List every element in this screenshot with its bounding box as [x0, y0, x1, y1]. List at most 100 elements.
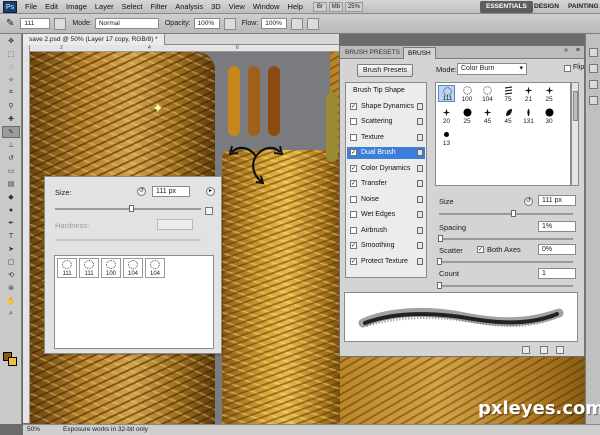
preset-tip[interactable]: 104	[145, 258, 165, 278]
menu-analysis[interactable]: Analysis	[171, 2, 207, 11]
zoom-tool-icon[interactable]: ⌕	[2, 308, 20, 320]
spacing-slider[interactable]	[439, 238, 573, 240]
brush-option-checkbox[interactable]	[350, 118, 357, 125]
background-color-swatch[interactable]	[8, 357, 17, 366]
toggle-live-tip-icon[interactable]	[522, 346, 530, 354]
menu-3d[interactable]: 3D	[207, 2, 225, 11]
lock-icon[interactable]	[417, 118, 423, 125]
brush-option-checkbox[interactable]	[350, 226, 357, 234]
gradient-tool-icon[interactable]: ▤	[2, 178, 20, 190]
picker-menu-icon[interactable]: ▸	[206, 187, 215, 196]
preset-tip[interactable]: 111	[79, 258, 99, 278]
menu-help[interactable]: Help	[284, 2, 307, 11]
picker-hardness-slider[interactable]	[55, 239, 201, 241]
brush-option-checkbox[interactable]: ✓	[350, 242, 357, 249]
lock-icon[interactable]	[417, 211, 423, 218]
marquee-tool-icon[interactable]: ⬚	[2, 48, 20, 60]
history-panel-icon[interactable]	[589, 80, 598, 89]
menu-layer[interactable]: Layer	[91, 2, 118, 11]
lock-icon[interactable]	[417, 102, 423, 110]
brush-option-row[interactable]: ✓ Protect Texture	[347, 256, 425, 268]
scrollbar-thumb[interactable]	[573, 91, 578, 121]
brush-tip-grid[interactable]: 111 100 104 75 21 25 20 25 45 45 131 30 13	[435, 82, 571, 186]
type-tool-icon[interactable]: T	[2, 230, 20, 242]
pressure-size-icon[interactable]	[307, 17, 320, 30]
size-slider[interactable]	[439, 213, 573, 215]
brush-tip-cell[interactable]: 111	[438, 85, 455, 102]
flow-input[interactable]: 100%	[261, 18, 288, 29]
picker-size-slider-knob[interactable]	[128, 205, 134, 212]
brush-tip-cell[interactable]: 104	[479, 85, 496, 103]
brush-tool-icon[interactable]: ✎	[6, 18, 14, 29]
new-preset-icon[interactable]	[205, 207, 213, 215]
spacing-slider-knob[interactable]	[438, 235, 444, 242]
panel-menu-icon[interactable]: ≡	[576, 47, 580, 54]
scatter-slider-knob[interactable]	[437, 258, 442, 265]
brush-option-checkbox[interactable]: ✓	[350, 102, 357, 110]
dodge-tool-icon[interactable]: ●	[2, 204, 20, 216]
brush-tool-icon[interactable]: ✎	[2, 126, 20, 138]
menu-view[interactable]: View	[225, 2, 249, 11]
tab-brush[interactable]: BRUSH	[403, 47, 436, 59]
brush-tip-cell[interactable]: 131	[520, 107, 537, 125]
menu-filter[interactable]: Filter	[147, 2, 172, 11]
reset-size-icon[interactable]: ↺	[524, 197, 533, 206]
reset-size-icon[interactable]: ↺	[137, 187, 146, 196]
scatter-slider[interactable]	[439, 261, 573, 263]
healing-tool-icon[interactable]: ✚	[2, 113, 20, 125]
lock-icon[interactable]	[417, 164, 423, 172]
brush-tip-cell[interactable]: 25	[541, 85, 558, 103]
preset-tip[interactable]: 104	[123, 258, 143, 278]
3d-orbit-tool-icon[interactable]: ⊛	[2, 282, 20, 294]
menu-window[interactable]: Window	[249, 2, 284, 11]
panel-collapse-icon[interactable]: »	[564, 47, 568, 54]
brush-presets-button[interactable]: Brush Presets	[357, 64, 413, 77]
brush-option-checkbox[interactable]: ✓	[350, 257, 357, 265]
brush-tip-cell[interactable]: 20	[438, 107, 455, 125]
brush-tip-cell[interactable]: 75	[500, 85, 517, 103]
flip-checkbox[interactable]	[564, 65, 571, 72]
brush-option-row[interactable]: Scattering	[347, 116, 425, 128]
brush-option-row[interactable]: Wet Edges	[347, 209, 425, 221]
mode-select[interactable]: Normal	[94, 18, 159, 29]
document-tab[interactable]: save 2.psd @ 50% (Layer 17 copy, RGB/8) …	[23, 34, 165, 45]
lock-icon[interactable]	[417, 195, 423, 203]
brush-option-row[interactable]: Brush Tip Shape	[347, 85, 425, 97]
3d-rotate-tool-icon[interactable]: ⟲	[2, 269, 20, 281]
scatter-input[interactable]: 0%	[538, 244, 576, 255]
airbrush-icon[interactable]	[291, 17, 304, 30]
clone-stamp-tool-icon[interactable]: ⊥	[2, 139, 20, 151]
brush-option-row[interactable]: Airbrush	[347, 225, 425, 237]
lock-icon[interactable]	[417, 226, 423, 234]
brush-option-row[interactable]: ✓ Transfer	[347, 178, 425, 190]
toggle-brush-panel-icon[interactable]	[54, 17, 67, 30]
brush-option-row[interactable]: Noise	[347, 194, 425, 206]
tip-grid-scrollbar[interactable]	[571, 82, 579, 186]
count-slider[interactable]	[439, 285, 573, 287]
grid-view-icon[interactable]	[540, 346, 548, 354]
brush-option-row[interactable]: ✓ Shape Dynamics	[347, 101, 425, 113]
hand-tool-icon[interactable]: ✋	[2, 295, 20, 307]
minibridge-icon[interactable]: Mb	[328, 1, 343, 12]
zoom-level[interactable]: 50%	[27, 425, 40, 435]
opacity-input[interactable]: 100%	[193, 18, 220, 29]
brush-tip-cell[interactable]: 45	[479, 107, 496, 125]
brush-tip-cell[interactable]: 25	[459, 107, 476, 125]
brush-option-row[interactable]: ✓ Color Dynamics	[347, 163, 425, 175]
spacing-input[interactable]: 1%	[538, 221, 576, 232]
new-brush-icon[interactable]	[556, 346, 564, 354]
blend-mode-select[interactable]: Color Burn ▾	[457, 63, 527, 75]
lock-icon[interactable]	[417, 180, 423, 187]
both-axes-checkbox[interactable]: ✓	[477, 246, 484, 253]
workspace-design[interactable]: DESIGN	[528, 1, 565, 13]
channels-panel-icon[interactable]	[589, 96, 598, 105]
brush-tip-cell[interactable]: 21	[520, 85, 537, 103]
size-input[interactable]: 111 px	[538, 195, 576, 206]
brush-tip-cell[interactable]: 13	[438, 129, 455, 147]
zoom-level-icon[interactable]: 25%	[344, 1, 363, 12]
brush-option-checkbox[interactable]: ✓	[350, 164, 357, 172]
brush-option-checkbox[interactable]	[350, 211, 357, 218]
brush-size-picker[interactable]: 111	[20, 18, 51, 29]
brush-tip-cell[interactable]: 100	[459, 85, 476, 103]
menu-image[interactable]: Image	[62, 2, 91, 11]
